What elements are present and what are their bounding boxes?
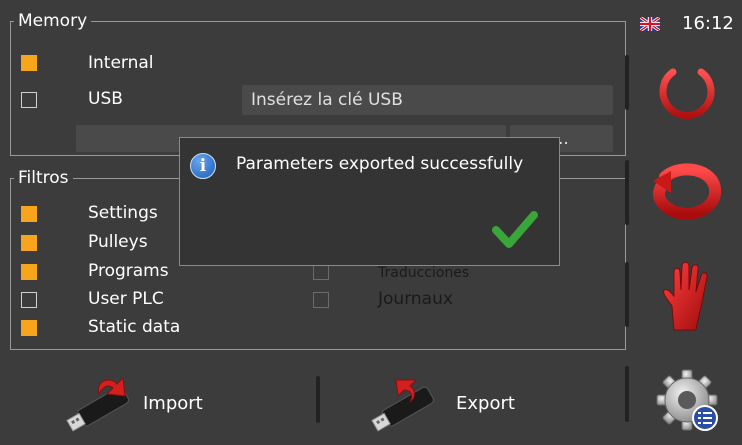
- uk-flag-icon[interactable]: [640, 17, 660, 31]
- import-label: Import: [143, 392, 203, 414]
- traducciones-checkbox[interactable]: [313, 264, 329, 280]
- export-button[interactable]: Export: [370, 372, 515, 434]
- journaux-label: Journaux: [378, 289, 453, 309]
- export-label: Export: [456, 392, 515, 414]
- internal-label: Internal: [88, 53, 154, 73]
- filters-group-title: Filtros: [14, 168, 73, 188]
- settings-label: Settings: [88, 203, 158, 223]
- pulleys-checkbox[interactable]: [21, 235, 37, 251]
- static-data-label: Static data: [88, 317, 181, 337]
- settings-checkbox[interactable]: [21, 206, 37, 222]
- clock: 16:12: [682, 13, 734, 34]
- import-button[interactable]: Import: [65, 372, 203, 434]
- settings-gear-icon[interactable]: [655, 368, 721, 434]
- usb-label: USB: [88, 89, 123, 109]
- refresh-icon[interactable]: [651, 163, 721, 219]
- sidebar-divider-3: [625, 262, 629, 327]
- memory-group-title: Memory: [14, 11, 92, 31]
- programs-label: Programs: [88, 261, 169, 281]
- usb-export-icon: [371, 379, 434, 432]
- programs-checkbox[interactable]: [21, 264, 37, 280]
- sidebar-divider-1: [625, 55, 629, 110]
- status-bar: 16:12: [640, 12, 740, 36]
- bottom-divider-1: [316, 376, 320, 423]
- usb-status-text: Insérez la clé USB: [251, 90, 403, 110]
- power-icon[interactable]: [655, 56, 719, 120]
- pulleys-label: Pulleys: [88, 232, 148, 252]
- user-plc-checkbox[interactable]: [21, 292, 37, 308]
- static-data-checkbox[interactable]: [21, 320, 37, 336]
- internal-checkbox[interactable]: [21, 55, 37, 71]
- traducciones-label: Traducciones: [378, 265, 470, 281]
- info-icon: i: [190, 153, 216, 179]
- stop-hand-icon[interactable]: [660, 262, 714, 332]
- sidebar-divider-2: [625, 160, 629, 225]
- user-plc-label: User PLC: [88, 289, 164, 309]
- usb-status-field: Insérez la clé USB: [242, 85, 613, 115]
- usb-checkbox[interactable]: [21, 92, 37, 108]
- journaux-checkbox[interactable]: [313, 292, 329, 308]
- bottom-divider-2: [625, 366, 629, 422]
- export-success-dialog: i Parameters exported successfully: [179, 137, 560, 266]
- dialog-message: Parameters exported successfully: [236, 154, 524, 174]
- checkmark-icon[interactable]: [492, 210, 538, 250]
- usb-import-icon: [66, 376, 129, 432]
